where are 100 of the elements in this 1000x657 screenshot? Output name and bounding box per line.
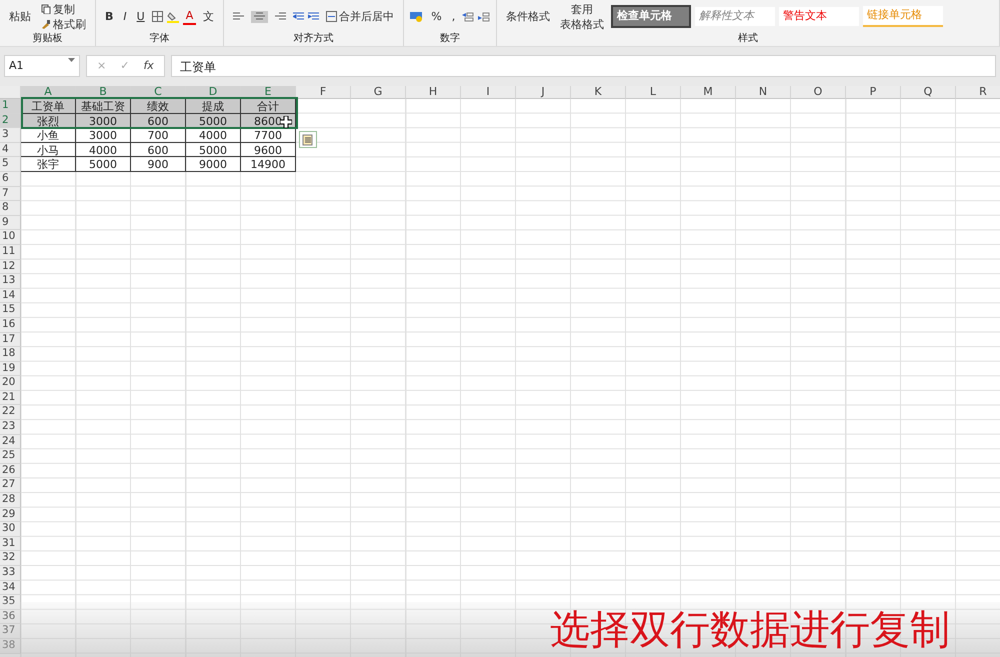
column-header[interactable]: I [461, 86, 516, 99]
table-cell: 小鱼 [21, 128, 76, 143]
column-header[interactable]: M [681, 86, 736, 99]
cell-style-button[interactable]: 警告文本 [779, 7, 860, 26]
phonetic-button[interactable]: 文 [200, 9, 218, 24]
row-header[interactable]: 9 [0, 216, 21, 230]
column-header[interactable]: Q [901, 86, 956, 99]
currency-icon [410, 11, 424, 22]
row-header[interactable]: 7 [0, 186, 21, 202]
dropdown-icon [68, 58, 75, 63]
table-cell: 9000 [186, 157, 241, 172]
align-icon [233, 12, 244, 22]
table-cell: 提成 [186, 99, 241, 114]
row-header[interactable]: 13 [0, 274, 21, 289]
column-header[interactable]: R [956, 86, 1000, 99]
table-cell: 7700 [241, 128, 296, 143]
column-header[interactable]: P [846, 86, 901, 99]
table-cell: 600 [131, 142, 186, 158]
cell-style-button[interactable]: 检查单元格 [611, 5, 692, 28]
row-header[interactable]: 30 [0, 522, 21, 537]
format-button[interactable]: U [134, 9, 148, 24]
row-header[interactable]: 12 [0, 260, 21, 274]
group-label: 剪贴板 [32, 33, 64, 46]
row-header[interactable]: 4 [0, 142, 21, 158]
paste-button[interactable]: 粘贴 [6, 9, 34, 24]
row-header[interactable]: 11 [0, 244, 21, 260]
row-header[interactable]: 32 [0, 551, 21, 566]
group-label: 样式 [737, 33, 760, 46]
merge-center-button[interactable]: 合并后居中 [323, 9, 398, 24]
row-header[interactable]: 19 [0, 362, 21, 376]
row-header[interactable]: 25 [0, 449, 21, 464]
align-icon [254, 12, 266, 22]
table-cell: 900 [131, 157, 186, 172]
table-cell: 5000 [186, 142, 241, 158]
column-header[interactable]: G [351, 86, 406, 99]
row-header[interactable]: 29 [0, 508, 21, 522]
table-cell: 4000 [76, 142, 131, 158]
row-header[interactable]: 21 [0, 390, 21, 406]
font-color-button[interactable]: A [182, 8, 196, 25]
row-header[interactable]: 23 [0, 420, 21, 435]
row-header[interactable]: 27 [0, 478, 21, 494]
row-header[interactable]: 15 [0, 303, 21, 318]
percent-button[interactable]: % [428, 9, 445, 24]
column-header[interactable]: O [791, 86, 846, 99]
row-header[interactable]: 34 [0, 580, 21, 596]
table-cell: 5000 [76, 157, 131, 172]
comma-button[interactable]: , [448, 9, 458, 24]
table-cell: 工资单 [21, 99, 76, 114]
row-header[interactable]: 17 [0, 332, 21, 348]
row-header[interactable]: 8 [0, 201, 21, 216]
formula-field[interactable]: 工资单 [170, 55, 996, 77]
row-header[interactable]: 16 [0, 318, 21, 332]
row-header[interactable]: 26 [0, 464, 21, 478]
format-painter-button[interactable]: 格式刷 [38, 16, 89, 32]
format-button[interactable]: I [120, 9, 130, 24]
column-header[interactable]: F [296, 86, 351, 99]
row-header[interactable]: 14 [0, 288, 21, 304]
column-header[interactable]: N [736, 86, 791, 99]
row-header[interactable]: 20 [0, 376, 21, 391]
format-as-table-button[interactable]: 套用 表格格式 [557, 2, 608, 32]
brush-icon [41, 19, 51, 29]
row-header[interactable]: 10 [0, 230, 21, 245]
insert-function-button[interactable]: fx [143, 58, 154, 74]
row-header[interactable]: 28 [0, 493, 21, 508]
row-header[interactable]: 24 [0, 434, 21, 450]
row-header[interactable]: 35 [0, 595, 21, 610]
row-header[interactable]: 31 [0, 536, 21, 552]
row-header[interactable]: 2 [0, 114, 21, 128]
row-header[interactable]: 3 [0, 128, 21, 143]
cursor-icon [280, 116, 292, 128]
row-header[interactable]: 5 [0, 157, 21, 172]
merge-icon [326, 11, 338, 22]
table-cell: 合计 [241, 99, 296, 114]
table-cell: 基础工资 [76, 99, 131, 114]
copy-button[interactable]: 复制 [38, 2, 89, 16]
row-header[interactable]: 33 [0, 566, 21, 581]
table-cell: 4000 [186, 128, 241, 143]
format-button[interactable]: B [102, 9, 116, 24]
paste-options-button[interactable] [299, 131, 317, 148]
indent-icon [293, 12, 304, 22]
row-header[interactable]: 6 [0, 172, 21, 187]
conditional-format-button[interactable]: 条件格式 [503, 9, 554, 24]
table-cell: 14900 [241, 157, 296, 172]
row-header[interactable]: 1 [0, 99, 21, 114]
table-cell: 3000 [76, 128, 131, 143]
name-box[interactable]: A1 [4, 55, 80, 77]
column-header[interactable]: H [406, 86, 461, 99]
column-header[interactable]: J [516, 86, 571, 99]
table-cell: 700 [131, 128, 186, 143]
row-header[interactable]: 36 [0, 610, 21, 624]
clipboard-icon [302, 134, 314, 146]
row-header[interactable]: 18 [0, 347, 21, 362]
group-label: 对齐方式 [292, 33, 335, 46]
column-header[interactable]: L [626, 86, 681, 99]
align-button[interactable] [251, 10, 268, 22]
cell-style-button[interactable]: 解释性文本 [695, 7, 776, 26]
column-header[interactable]: K [571, 86, 626, 99]
row-header[interactable]: 22 [0, 405, 21, 420]
decrease-decimal-icon [478, 12, 490, 22]
table-cell: 9600 [241, 142, 296, 158]
